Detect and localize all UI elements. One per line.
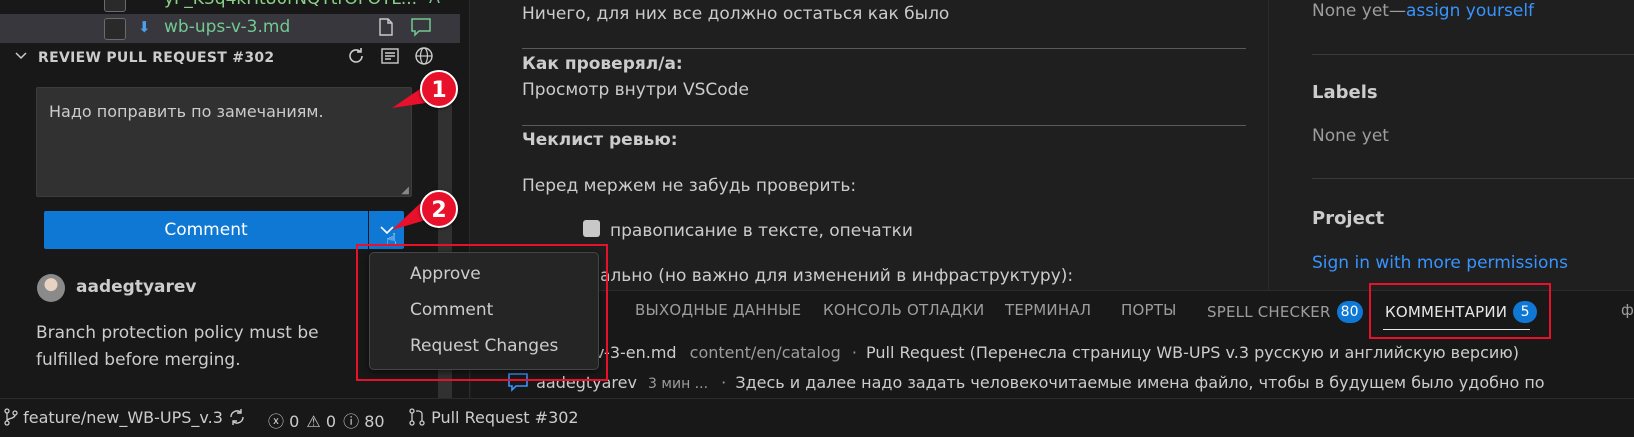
annotation-marker-2: 2 (420, 190, 458, 228)
annotation-pointers (392, 78, 446, 230)
annotation-marker-1: 1 (420, 70, 458, 108)
